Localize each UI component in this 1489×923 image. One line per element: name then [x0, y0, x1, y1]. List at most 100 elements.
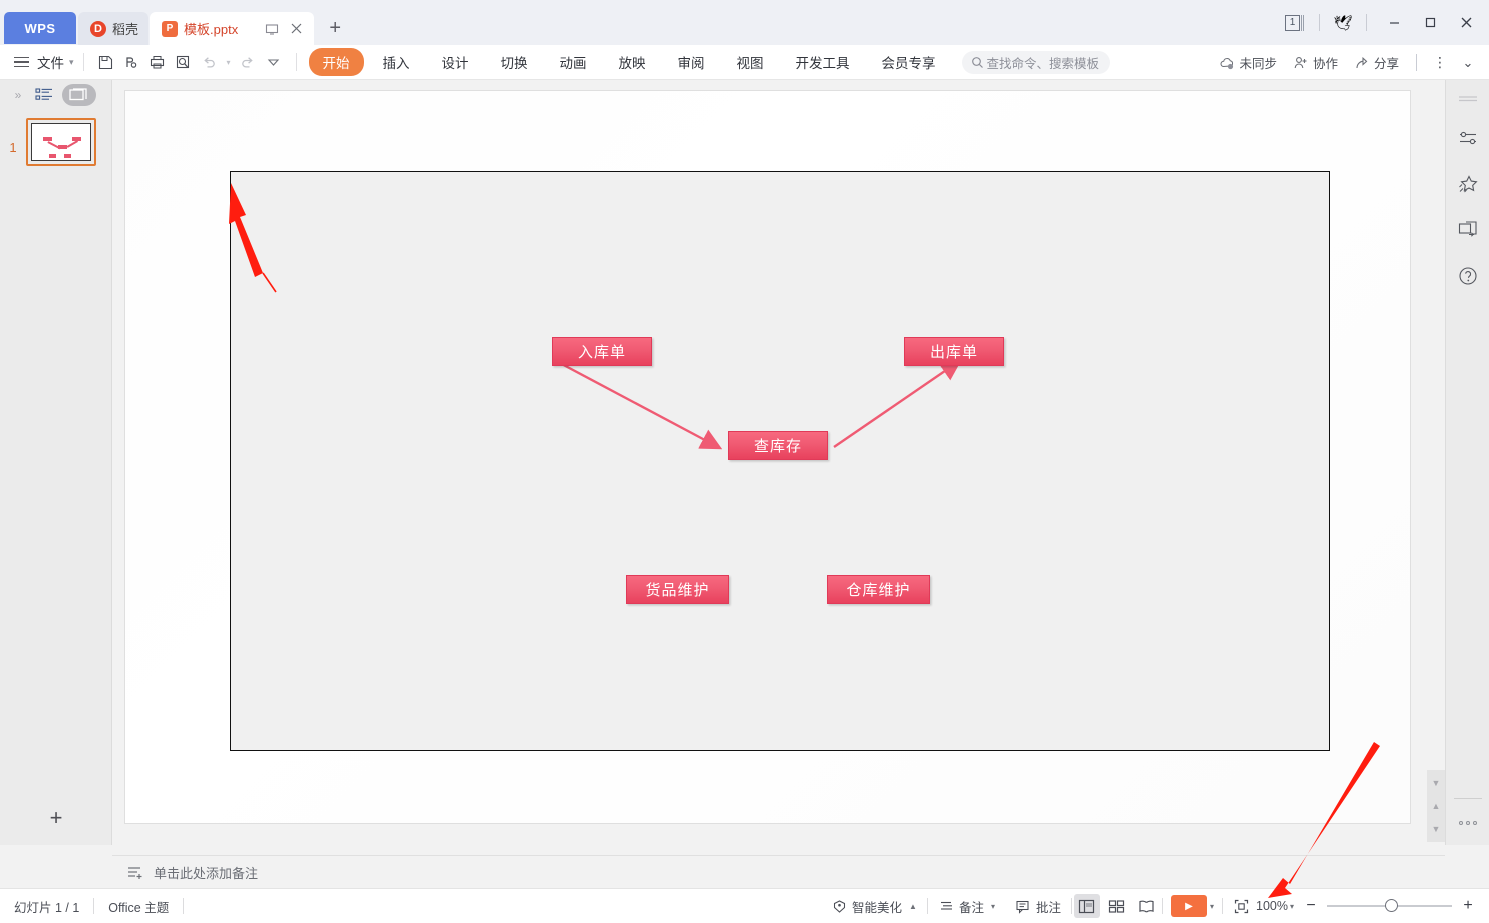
- customize-toolbar-icon[interactable]: [261, 49, 287, 75]
- previous-slide-icon[interactable]: ▲: [1432, 801, 1441, 811]
- zoom-caret-icon[interactable]: ▾: [1290, 902, 1294, 911]
- titlebar-divider-2: [1366, 14, 1367, 31]
- flow-node-warehouse-maintenance[interactable]: 仓库维护: [827, 575, 930, 604]
- slideshow-caret-icon[interactable]: ▾: [1210, 902, 1214, 911]
- start-slideshow-button[interactable]: ▶: [1171, 895, 1207, 917]
- add-slide-button[interactable]: +: [0, 799, 112, 837]
- share-button[interactable]: 分享: [1347, 53, 1406, 72]
- docer-icon: D: [90, 21, 106, 37]
- collapse-panel-icon[interactable]: »: [6, 83, 30, 107]
- collaborate-icon: [1293, 55, 1309, 71]
- print-preview-icon[interactable]: [171, 49, 197, 75]
- beautify-icon: [832, 899, 847, 914]
- ribbon-tab-transitions[interactable]: 切换: [488, 48, 541, 76]
- ribbon-collapse-button[interactable]: ⌄: [1455, 50, 1481, 76]
- document-count-value: 1: [1285, 15, 1300, 31]
- ribbon-tab-developer[interactable]: 开发工具: [783, 48, 863, 76]
- transition-icon[interactable]: [1454, 216, 1482, 244]
- next-slide-icon[interactable]: ▼: [1432, 824, 1441, 834]
- close-button[interactable]: [1449, 8, 1483, 38]
- comment-button[interactable]: 批注: [1005, 897, 1071, 916]
- title-bar: WPS D 稻壳 P 模板.pptx + 1: [0, 0, 1489, 45]
- notes-bar[interactable]: 单击此处添加备注: [112, 855, 1445, 888]
- slide-editor-area: 在1100*580像素的 边框内绘制流程图 入库单 出库单 查库存: [112, 80, 1445, 845]
- add-slide-label: +: [50, 805, 63, 831]
- menu-hamburger-icon[interactable]: [14, 57, 29, 68]
- document-count-badge[interactable]: 1: [1285, 15, 1305, 31]
- thumbnail-panel-header: »: [0, 80, 111, 110]
- ribbon-tab-slideshow[interactable]: 放映: [606, 48, 659, 76]
- help-icon[interactable]: [1454, 262, 1482, 290]
- theme-indicator[interactable]: Office 主题: [94, 897, 183, 916]
- sync-status-button[interactable]: 未同步: [1212, 53, 1284, 72]
- bird-avatar-icon[interactable]: 🕊: [1330, 10, 1356, 36]
- slide-thumbnail-frame[interactable]: [26, 118, 96, 166]
- normal-view-icon[interactable]: [1074, 894, 1100, 918]
- notes-placeholder: 单击此处添加备注: [154, 863, 258, 882]
- undo-icon[interactable]: [197, 49, 223, 75]
- sidebar-more-button[interactable]: [1459, 821, 1477, 825]
- undo-dropdown-icon[interactable]: ▾: [223, 49, 235, 75]
- zoom-in-button[interactable]: +: [1457, 897, 1479, 915]
- sparkle-icon[interactable]: [1454, 170, 1482, 198]
- search-input[interactable]: 查找命令、搜索模板: [962, 51, 1111, 74]
- chevron-down-icon: ▾: [69, 57, 74, 68]
- flow-node-check-stock[interactable]: 查库存: [728, 431, 828, 460]
- ribbon-tab-view-label: 视图: [737, 56, 764, 71]
- ribbon-tab-animations[interactable]: 动画: [547, 48, 600, 76]
- save-icon[interactable]: [93, 49, 119, 75]
- ribbon-tab-review[interactable]: 审阅: [665, 48, 718, 76]
- smart-beautify-button[interactable]: 智能美化 ▲: [822, 897, 927, 916]
- flow-node-outbound[interactable]: 出库单: [904, 337, 1004, 366]
- flow-node-goods-maintenance[interactable]: 货品维护: [626, 575, 729, 604]
- ribbon-tab-member-label: 会员专享: [882, 56, 936, 71]
- ribbon-tab-insert[interactable]: 插入: [370, 48, 423, 76]
- zoom-controls: 100% ▾ − +: [1223, 897, 1489, 915]
- close-tab-icon[interactable]: [289, 21, 304, 36]
- zoom-slider-knob[interactable]: [1385, 899, 1398, 912]
- fit-slide-icon[interactable]: [1231, 899, 1251, 914]
- reading-view-icon[interactable]: [1134, 894, 1160, 918]
- tab-wps-home[interactable]: WPS: [4, 12, 76, 44]
- slide-position-indicator[interactable]: 幻灯片 1 / 1: [0, 897, 93, 916]
- tab-document[interactable]: P 模板.pptx: [150, 12, 314, 45]
- status-right-group: 智能美化 ▲ 备注 ▾ 批注: [822, 889, 1489, 923]
- present-to-monitor-icon[interactable]: [264, 21, 279, 36]
- maximize-button[interactable]: [1413, 8, 1447, 38]
- ribbon-divider-3: [1416, 54, 1417, 71]
- slide-canvas[interactable]: 在1100*580像素的 边框内绘制流程图 入库单 出库单 查库存: [125, 91, 1410, 823]
- ribbon-tab-animations-label: 动画: [560, 56, 587, 71]
- collaborate-button[interactable]: 协作: [1286, 53, 1345, 72]
- minimize-button[interactable]: [1377, 8, 1411, 38]
- file-menu-button[interactable]: 文件 ▾: [37, 52, 74, 72]
- slides-view-icon[interactable]: [62, 84, 96, 106]
- zoom-out-button[interactable]: −: [1300, 897, 1322, 915]
- ribbon-tab-member[interactable]: 会员专享: [869, 48, 949, 76]
- zoom-level-label[interactable]: 100%: [1256, 899, 1288, 913]
- properties-icon[interactable]: [1454, 124, 1482, 152]
- pptx-file-icon: P: [162, 21, 178, 37]
- tab-docer[interactable]: D 稻壳: [78, 12, 148, 45]
- ribbon-tab-view[interactable]: 视图: [724, 48, 777, 76]
- new-tab-button[interactable]: +: [320, 12, 350, 44]
- export-pdf-icon[interactable]: [119, 49, 145, 75]
- redo-icon[interactable]: [235, 49, 261, 75]
- ribbon-tab-start[interactable]: 开始: [309, 48, 364, 76]
- slide-nav-buttons[interactable]: ▼ ▲ ▼: [1427, 770, 1445, 842]
- zoom-slider[interactable]: [1327, 905, 1452, 907]
- notes-toggle-button[interactable]: 备注 ▾: [928, 897, 1005, 916]
- flow-node-inbound[interactable]: 入库单: [552, 337, 652, 366]
- ribbon-tab-slideshow-label: 放映: [619, 56, 646, 71]
- ribbon-tab-design[interactable]: 设计: [429, 48, 482, 76]
- slide-thumbnail-item[interactable]: 1: [0, 118, 111, 166]
- outline-view-icon[interactable]: [30, 82, 58, 108]
- add-notes-icon[interactable]: [126, 863, 144, 881]
- notes-caret-icon[interactable]: ▾: [991, 902, 995, 911]
- beautify-caret-icon[interactable]: ▲: [909, 902, 917, 911]
- zoom-in-label: +: [1463, 897, 1472, 915]
- scroll-down-arrow-icon[interactable]: ▼: [1432, 778, 1441, 788]
- ribbon-more-button[interactable]: ⋮: [1427, 50, 1453, 76]
- print-icon[interactable]: [145, 49, 171, 75]
- sorter-view-icon[interactable]: [1104, 894, 1130, 918]
- ribbon-tab-developer-label: 开发工具: [796, 56, 850, 71]
